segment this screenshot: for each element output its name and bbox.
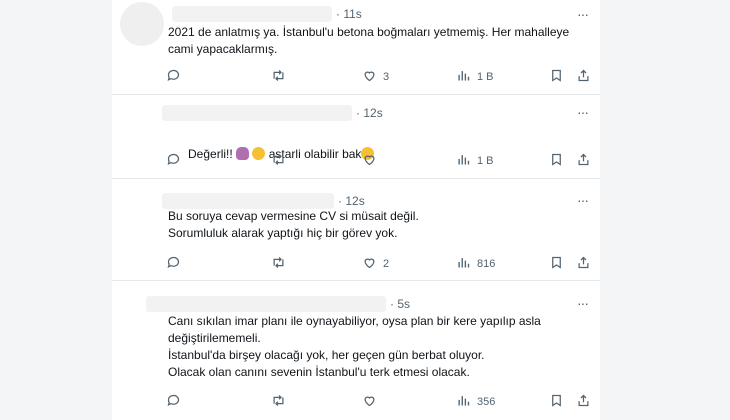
bookmark-button[interactable] [549, 393, 564, 411]
tweet-3[interactable]: · 12s ··· Bu soruya cevap vermesine CV s… [112, 178, 600, 281]
like-icon [362, 152, 377, 170]
reply-feed: · 11s ··· 2021 de anlatmış ya. İstanbul'… [112, 0, 600, 420]
reply-button[interactable] [166, 393, 181, 411]
share-icon [576, 68, 591, 86]
bookmark-icon [549, 255, 564, 273]
reply-icon [166, 393, 181, 411]
tweet-header: · 12s [162, 104, 383, 122]
retweet-icon [271, 68, 286, 86]
reply-button[interactable] [166, 255, 181, 273]
like-button[interactable] [362, 393, 377, 411]
reply-button[interactable] [166, 68, 181, 86]
author-name-redacted[interactable] [162, 193, 334, 209]
share-button[interactable] [576, 255, 591, 273]
views-count: 356 [477, 396, 496, 408]
tweet-text: Canı sıkılan imar planı ile oynayabiliyo… [168, 314, 541, 379]
author-name-redacted[interactable] [162, 105, 352, 121]
tweet-header: · 11s [172, 5, 362, 23]
reply-button[interactable] [166, 152, 181, 170]
timestamp[interactable]: · 12s [338, 194, 365, 208]
retweet-button[interactable] [271, 393, 286, 411]
views-count: 816 [477, 258, 496, 270]
tweet-4[interactable]: · 5s ··· Canı sıkılan imar planı ile oyn… [112, 280, 600, 420]
avatar[interactable] [120, 98, 164, 110]
share-icon [576, 152, 591, 170]
views-button[interactable]: 1 B [456, 68, 494, 86]
retweet-button[interactable] [271, 68, 286, 86]
more-options-icon[interactable]: ··· [577, 104, 589, 120]
reply-icon [166, 68, 181, 86]
views-count: 1 B [477, 71, 494, 83]
views-button[interactable]: 356 [456, 393, 495, 411]
tweet-2[interactable]: · 12s ··· Değerli!! astarli olabilir bak [112, 94, 600, 179]
bookmark-button[interactable] [549, 152, 564, 170]
views-icon [456, 255, 471, 273]
like-icon [362, 68, 377, 86]
share-button[interactable] [576, 152, 591, 170]
more-options-icon[interactable]: ··· [577, 6, 589, 22]
reply-icon [166, 152, 181, 170]
reply-icon [166, 255, 181, 273]
bookmark-button[interactable] [549, 68, 564, 86]
like-button[interactable]: 3 [362, 68, 389, 86]
timestamp[interactable]: · 11s [336, 7, 362, 21]
tweet-header: · 5s [146, 295, 410, 313]
like-count: 2 [383, 258, 390, 270]
like-count: 3 [383, 71, 390, 83]
views-icon [456, 393, 471, 411]
author-name-redacted[interactable] [146, 296, 386, 312]
views-button[interactable]: 816 [456, 255, 495, 273]
tweet-actions: 2 816 [166, 255, 596, 273]
like-button[interactable] [362, 152, 377, 170]
tweet-1[interactable]: · 11s ··· 2021 de anlatmış ya. İstanbul'… [112, 0, 600, 95]
bookmark-icon [549, 393, 564, 411]
share-icon [576, 393, 591, 411]
views-button[interactable]: 1 B [456, 152, 494, 170]
more-options-icon[interactable]: ··· [577, 295, 589, 311]
retweet-icon [271, 255, 286, 273]
tweet-actions: 356 [166, 393, 596, 411]
timestamp[interactable]: · 5s [390, 297, 410, 311]
retweet-icon [271, 393, 286, 411]
like-icon [362, 393, 377, 411]
retweet-icon [271, 152, 286, 170]
retweet-button[interactable] [271, 255, 286, 273]
views-count: 1 B [477, 155, 494, 167]
bookmark-icon [549, 152, 564, 170]
bookmark-icon [549, 68, 564, 86]
tweet-text: 2021 de anlatmış ya. İstanbul'u betona b… [168, 25, 570, 56]
author-name-redacted[interactable] [172, 6, 332, 22]
like-button[interactable]: 2 [362, 255, 389, 273]
like-icon [362, 255, 377, 273]
timestamp[interactable]: · 12s [356, 106, 383, 120]
bookmark-button[interactable] [549, 255, 564, 273]
retweet-button[interactable] [271, 152, 286, 170]
tweet-actions: 3 1 B [166, 68, 596, 86]
views-icon [456, 68, 471, 86]
tweet-actions: 1 B [166, 152, 596, 170]
share-button[interactable] [576, 393, 591, 411]
views-icon [456, 152, 471, 170]
share-button[interactable] [576, 68, 591, 86]
tweet-text: Bu soruya cevap vermesine CV si müsait d… [168, 209, 419, 240]
more-options-icon[interactable]: ··· [577, 192, 589, 208]
avatar[interactable] [120, 2, 164, 46]
share-icon [576, 255, 591, 273]
